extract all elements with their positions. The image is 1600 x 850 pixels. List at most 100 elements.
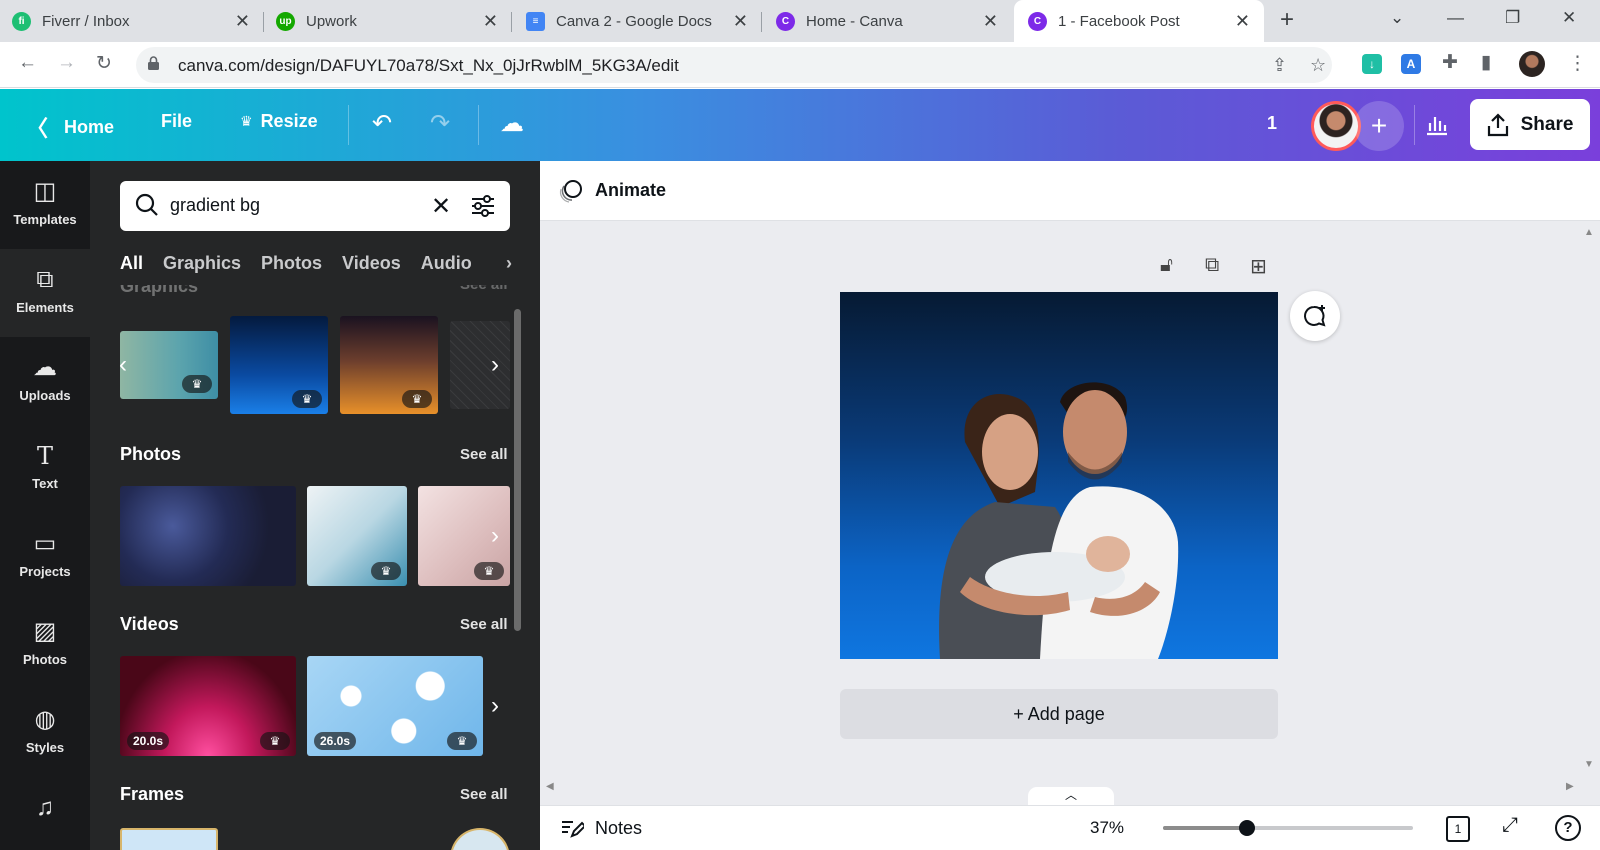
tab-videos[interactable]: Videos <box>342 253 401 277</box>
scroll-left-icon[interactable]: ◀ <box>546 781 554 792</box>
bookmark-star-icon[interactable]: ☆ <box>1310 55 1326 76</box>
page-view-button[interactable]: 1 <box>1446 816 1470 842</box>
carousel-next-icon[interactable]: › <box>480 521 510 551</box>
carousel-next-icon[interactable]: › <box>480 691 510 721</box>
undo-icon[interactable]: ↶ <box>372 109 392 138</box>
see-all-graphics[interactable]: See all <box>460 285 508 293</box>
tab-home-canva[interactable]: C Home - Canva ✕ <box>776 0 1012 42</box>
tab-google-docs[interactable]: ≡ Canva 2 - Google Docs ✕ <box>526 0 762 42</box>
home-button[interactable]: 〈 Home <box>26 111 114 143</box>
minimize-icon[interactable]: — <box>1447 8 1464 28</box>
url-text[interactable]: canva.com/design/DAFUYL70a78/Sxt_Nx_0jJr… <box>178 56 679 76</box>
video-thumbnail[interactable]: 26.0s ♛ <box>307 656 483 756</box>
search-box[interactable]: gradient bg ✕ <box>120 181 510 231</box>
close-icon[interactable]: ✕ <box>235 11 250 32</box>
rail-item-photos[interactable]: ▨ Photos <box>0 601 90 689</box>
cloud-saved-icon[interactable]: ☁ <box>500 109 524 138</box>
close-icon[interactable]: ✕ <box>483 11 498 32</box>
see-all-photos[interactable]: See all <box>460 446 508 463</box>
rail-item-styles[interactable]: ◍ Styles <box>0 689 90 777</box>
panel-scrollbar[interactable] <box>514 309 521 631</box>
notes-button[interactable]: Notes <box>595 818 642 839</box>
search-input[interactable]: gradient bg <box>170 195 260 216</box>
extension-translate-icon[interactable]: A <box>1401 54 1421 74</box>
show-pages-handle[interactable]: ︿ <box>1028 787 1114 805</box>
photo-thumbnail[interactable]: ♛ <box>307 486 407 586</box>
chevron-right-icon[interactable]: › <box>506 253 512 274</box>
tab-audio[interactable]: Audio <box>421 253 472 277</box>
see-all-frames[interactable]: See all <box>460 786 508 803</box>
insights-chart-icon[interactable] <box>1424 111 1450 137</box>
tab-facebook-post[interactable]: C 1 - Facebook Post ✕ <box>1014 0 1264 42</box>
family-photo-image[interactable] <box>840 292 1278 659</box>
animate-button[interactable]: Animate <box>595 180 666 201</box>
file-button[interactable]: File <box>161 111 192 132</box>
window-close-icon[interactable]: ✕ <box>1562 8 1576 28</box>
rail-item-projects[interactable]: ▭ Projects <box>0 513 90 601</box>
rail-item-uploads[interactable]: ☁ Uploads <box>0 337 90 425</box>
new-tab-icon[interactable]: + <box>1280 6 1294 34</box>
profile-avatar-icon[interactable] <box>1519 51 1545 77</box>
frame-thumbnail[interactable] <box>450 828 510 850</box>
reload-icon[interactable]: ↻ <box>96 52 112 75</box>
rail-item-elements[interactable]: ⧉ Elements <box>0 249 90 337</box>
add-page-button[interactable]: + Add page <box>840 689 1278 739</box>
zoom-slider[interactable] <box>1163 820 1413 836</box>
zoom-slider-handle[interactable] <box>1239 820 1255 836</box>
scroll-down-icon[interactable]: ▼ <box>1584 759 1594 770</box>
add-collaborator-icon[interactable]: + <box>1354 101 1404 151</box>
rail-item-audio[interactable]: ♫ <box>0 777 90 850</box>
collaborator-count[interactable]: 1 <box>1267 113 1277 134</box>
rail-label: Elements <box>16 300 74 315</box>
design-page[interactable] <box>840 292 1278 659</box>
zoom-slider-fill <box>1163 826 1247 830</box>
extensions-puzzle-icon[interactable]: ✚ <box>1442 51 1458 74</box>
close-icon[interactable]: ✕ <box>1235 11 1250 32</box>
help-button[interactable]: ? <box>1555 815 1581 841</box>
notes-icon[interactable] <box>560 816 584 840</box>
clear-search-icon[interactable]: ✕ <box>431 192 451 221</box>
animate-icon[interactable] <box>558 178 584 204</box>
filter-sliders-icon[interactable] <box>470 194 496 218</box>
forward-icon[interactable]: → <box>57 52 76 74</box>
frame-thumbnail[interactable] <box>120 828 218 850</box>
carousel-prev-icon[interactable]: ‹ <box>108 350 138 380</box>
restore-icon[interactable]: ❐ <box>1505 8 1520 28</box>
extension-download-icon[interactable]: ↓ <box>1362 54 1382 74</box>
lock-page-icon[interactable]: 🔓︎ <box>1160 254 1173 277</box>
rail-item-templates[interactable]: ◫ Templates <box>0 161 90 249</box>
tab-upwork[interactable]: up Upwork ✕ <box>276 0 512 42</box>
carousel-next-icon[interactable]: › <box>480 350 510 380</box>
scroll-up-icon[interactable]: ▲ <box>1584 227 1594 238</box>
tab-all[interactable]: All <box>120 253 143 277</box>
fullscreen-icon[interactable]: ⤢ <box>1502 814 1518 837</box>
add-comment-button[interactable] <box>1290 291 1340 341</box>
redo-icon[interactable]: ↷ <box>430 109 450 138</box>
share-button[interactable]: Share <box>1470 99 1590 150</box>
duplicate-page-icon[interactable]: ⧉ <box>1205 254 1219 277</box>
see-all-videos[interactable]: See all <box>460 616 508 633</box>
zoom-level[interactable]: 37% <box>1090 818 1124 838</box>
photos-icon: ▨ <box>33 618 57 645</box>
tab-graphics[interactable]: Graphics <box>163 253 241 277</box>
graphic-thumbnail[interactable]: ♛ <box>230 316 328 414</box>
omnibox[interactable]: canva.com/design/DAFUYL70a78/Sxt_Nx_0jJr… <box>136 47 1332 83</box>
side-panel-icon[interactable]: ▮ <box>1481 51 1491 74</box>
tab-photos[interactable]: Photos <box>261 253 322 277</box>
video-thumbnail[interactable]: 20.0s ♛ <box>120 656 296 756</box>
rail-label: Text <box>32 476 58 491</box>
close-icon[interactable]: ✕ <box>733 11 748 32</box>
close-icon[interactable]: ✕ <box>983 11 998 32</box>
add-page-icon[interactable]: ⊞ <box>1250 254 1267 279</box>
scroll-right-icon[interactable]: ▶ <box>1566 781 1574 792</box>
browser-menu-icon[interactable]: ⋮ <box>1568 52 1587 75</box>
resize-button[interactable]: ♛ Resize <box>240 111 318 132</box>
photo-thumbnail[interactable] <box>120 486 296 586</box>
rail-item-text[interactable]: T Text <box>0 425 90 513</box>
tab-search-icon[interactable]: ⌄ <box>1390 8 1404 28</box>
tab-fiverr[interactable]: fi Fiverr / Inbox ✕ <box>12 0 264 42</box>
graphic-thumbnail[interactable]: ♛ <box>340 316 438 414</box>
back-icon[interactable]: ← <box>18 52 37 74</box>
share-page-icon[interactable]: ⇪ <box>1272 55 1287 76</box>
rail-label: Uploads <box>19 388 71 403</box>
